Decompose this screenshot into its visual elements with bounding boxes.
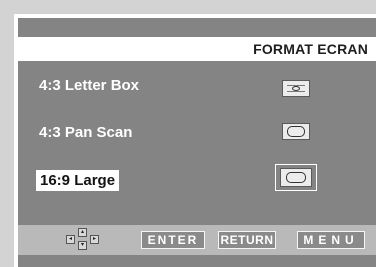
panscan-icon (282, 123, 310, 140)
left-arrow-icon[interactable]: ◂ (66, 235, 75, 244)
option-panscan[interactable]: 4:3 Pan Scan (39, 124, 132, 141)
widescreen-icon (280, 168, 312, 187)
enter-button[interactable]: ENTER (141, 231, 205, 249)
option-letterbox[interactable]: 4:3 Letter Box (39, 77, 139, 94)
letterbox-icon (282, 80, 310, 97)
menu-title: FORMAT ECRAN (253, 41, 368, 57)
directional-pad-icon[interactable]: ◂ ▴ ▾ ▸ (66, 228, 100, 252)
return-button[interactable]: RETURN (218, 231, 276, 249)
menu-button[interactable]: MENU (297, 231, 365, 249)
right-arrow-icon[interactable]: ▸ (90, 235, 99, 244)
option-large[interactable]: 16:9 Large (36, 170, 120, 191)
up-arrow-icon[interactable]: ▴ (78, 228, 87, 237)
footer-bar: ◂ ▴ ▾ ▸ ENTER RETURN MENU (18, 225, 376, 255)
down-arrow-icon[interactable]: ▾ (78, 241, 87, 250)
title-bar: FORMAT ECRAN (18, 37, 376, 61)
